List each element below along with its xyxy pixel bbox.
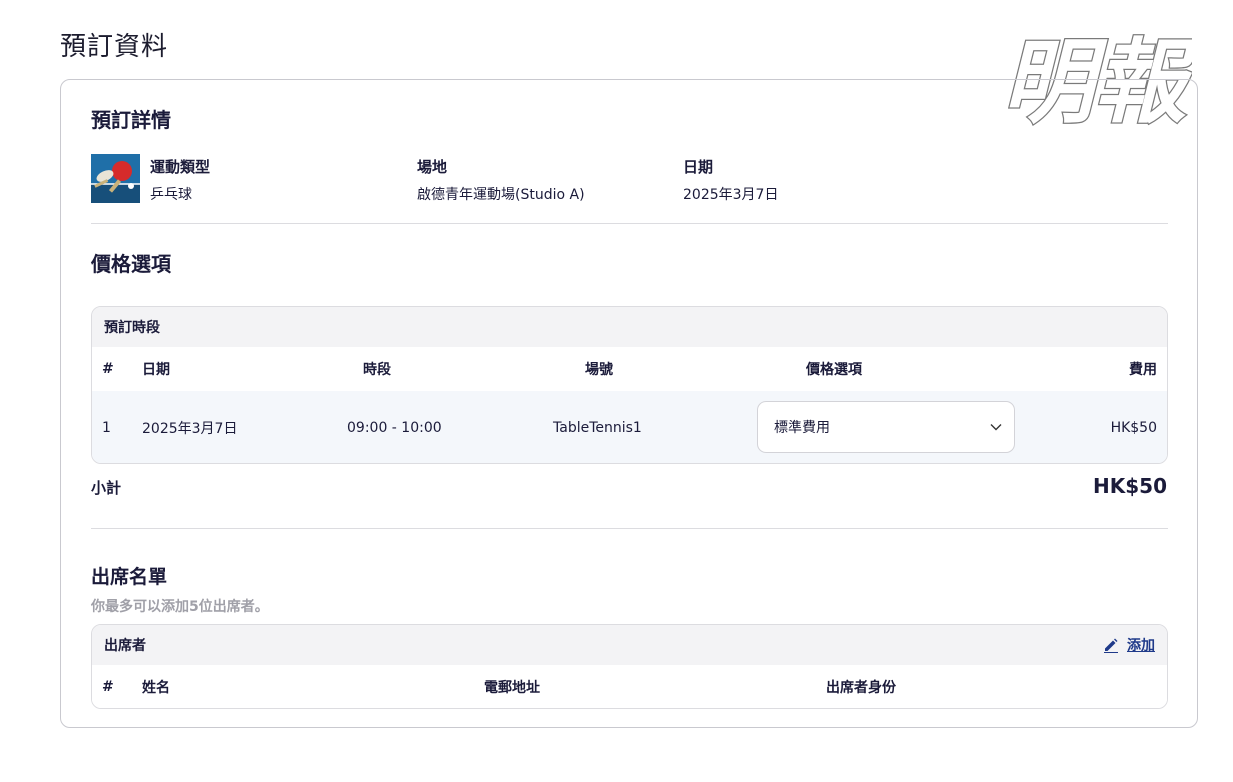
booking-details-title: 預訂詳情 <box>91 108 171 132</box>
booking-slots-table: 預訂時段 # 日期 時段 場號 價格選項 費用 1 2025年3月7日 09:0… <box>91 306 1168 464</box>
col-fee: 費用 <box>1129 362 1157 378</box>
table-title: 預訂時段 <box>104 320 160 336</box>
price-option-value: 標準費用 <box>774 420 830 436</box>
table-tennis-thumbnail <box>91 154 140 203</box>
row-index: 1 <box>102 419 111 436</box>
col-price-option: 價格選項 <box>806 362 862 378</box>
column-header-row: # 日期 時段 場號 價格選項 費用 <box>92 347 1167 391</box>
price-option-select[interactable]: 標準費用 <box>757 401 1015 453</box>
col-index: # <box>102 361 114 377</box>
subtotal-value: HK$50 <box>1093 474 1167 498</box>
col-attendee-identity: 出席者身份 <box>826 680 896 696</box>
page-title: 預訂資料 <box>60 32 169 62</box>
attendees-hint: 你最多可以添加5位出席者。 <box>91 599 269 615</box>
col-slot: 時段 <box>363 362 391 378</box>
row-date: 2025年3月7日 <box>142 420 238 437</box>
venue-info: 場地 啟德青年運動場(Studio A) <box>417 156 585 204</box>
table-row: 1 2025年3月7日 09:00 - 10:00 TableTennis1 標… <box>92 391 1167 463</box>
col-index: # <box>102 679 114 695</box>
add-attendee-label: 添加 <box>1127 638 1155 654</box>
table-title: 出席者 <box>104 638 146 654</box>
divider <box>91 223 1168 224</box>
date-info: 日期 2025年3月7日 <box>683 156 778 204</box>
row-court: TableTennis1 <box>553 419 642 436</box>
venue-label: 場地 <box>417 158 448 176</box>
attendees-table: 出席者 添加 # 姓名 電郵地址 出席者身份 <box>91 624 1168 709</box>
attendees-title: 出席名單 <box>91 566 168 588</box>
add-attendee-button[interactable]: 添加 <box>1103 635 1155 655</box>
col-email: 電郵地址 <box>484 680 540 696</box>
table-header: 出席者 添加 <box>92 625 1167 665</box>
row-fee: HK$50 <box>1110 419 1157 436</box>
table-header: 預訂時段 <box>92 307 1167 347</box>
pricing-title: 價格選項 <box>91 252 171 276</box>
edit-pen-icon <box>1104 638 1118 653</box>
sport-type-info: 運動類型 乒乓球 <box>150 156 210 204</box>
booking-card: 預訂詳情 運動類型 乒乓球 場地 啟德青年運動場(Studio A) 日期 20… <box>60 79 1198 728</box>
chevron-down-icon <box>990 424 1002 431</box>
col-name: 姓名 <box>142 680 170 696</box>
divider <box>91 528 1168 529</box>
row-slot: 09:00 - 10:00 <box>347 419 442 436</box>
sport-type-value: 乒乓球 <box>150 187 192 203</box>
column-header-row: # 姓名 電郵地址 出席者身份 <box>92 665 1167 708</box>
subtotal-label: 小計 <box>91 479 122 497</box>
date-value: 2025年3月7日 <box>683 187 779 203</box>
date-label: 日期 <box>683 158 714 176</box>
venue-value: 啟德青年運動場(Studio A) <box>417 187 585 203</box>
col-date: 日期 <box>142 362 170 378</box>
sport-type-label: 運動類型 <box>150 158 211 176</box>
col-court: 場號 <box>585 362 613 378</box>
